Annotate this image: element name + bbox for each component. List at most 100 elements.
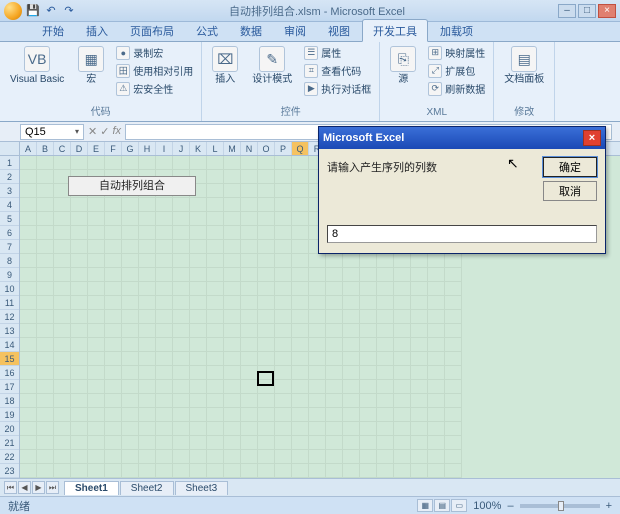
expansion-button[interactable]: ⤢扩展包: [426, 62, 487, 79]
tab-视图[interactable]: 视图: [318, 20, 360, 41]
office-button[interactable]: [4, 2, 22, 20]
col-header-F[interactable]: F: [105, 142, 122, 155]
grid-row[interactable]: [20, 366, 620, 380]
view-pagebreak-button[interactable]: ▭: [451, 499, 467, 512]
dialog-ok-button[interactable]: 确定: [543, 157, 597, 177]
row-header-20[interactable]: 20: [0, 422, 19, 436]
row-header-8[interactable]: 8: [0, 254, 19, 268]
tab-加载项[interactable]: 加载项: [430, 20, 483, 41]
enter-fx-icon[interactable]: ✓: [100, 125, 109, 138]
cancel-fx-icon[interactable]: ✕: [88, 125, 97, 138]
grid-row[interactable]: [20, 352, 620, 366]
row-header-23[interactable]: 23: [0, 464, 19, 478]
zoom-out-button[interactable]: –: [507, 500, 513, 512]
row-headers[interactable]: 1234567891011121314151617181920212223: [0, 156, 20, 478]
visual-basic-button[interactable]: VBVisual Basic: [6, 44, 68, 87]
row-header-18[interactable]: 18: [0, 394, 19, 408]
row-header-2[interactable]: 2: [0, 170, 19, 184]
grid-row[interactable]: [20, 296, 620, 310]
sheet-tab-Sheet1[interactable]: Sheet1: [64, 481, 119, 495]
grid-row[interactable]: [20, 310, 620, 324]
close-button[interactable]: ×: [598, 4, 616, 18]
col-header-A[interactable]: A: [20, 142, 37, 155]
row-header-22[interactable]: 22: [0, 450, 19, 464]
grid-row[interactable]: [20, 464, 620, 478]
grid-row[interactable]: [20, 338, 620, 352]
redo-icon[interactable]: ↷: [62, 4, 76, 18]
sheet-tab-Sheet2[interactable]: Sheet2: [120, 481, 174, 495]
tab-数据[interactable]: 数据: [230, 20, 272, 41]
col-header-Q[interactable]: Q: [292, 142, 309, 155]
tab-公式[interactable]: 公式: [186, 20, 228, 41]
grid-row[interactable]: [20, 436, 620, 450]
source-button[interactable]: ⎘源: [386, 44, 420, 87]
view-layout-button[interactable]: ▤: [434, 499, 450, 512]
row-header-13[interactable]: 13: [0, 324, 19, 338]
minimize-button[interactable]: –: [558, 4, 576, 18]
sheet-tab-Sheet3[interactable]: Sheet3: [175, 481, 229, 495]
run-dialog-button[interactable]: ▶执行对话框: [302, 80, 373, 97]
col-header-N[interactable]: N: [241, 142, 258, 155]
macro-security-button[interactable]: ⚠宏安全性: [114, 80, 195, 97]
properties-button[interactable]: ☰属性: [302, 44, 373, 61]
grid-row[interactable]: [20, 394, 620, 408]
save-icon[interactable]: 💾: [26, 4, 40, 18]
grid-row[interactable]: [20, 422, 620, 436]
refresh-button[interactable]: ⟳刷新数据: [426, 80, 487, 97]
row-header-16[interactable]: 16: [0, 366, 19, 380]
select-all-corner[interactable]: [0, 142, 20, 156]
row-header-11[interactable]: 11: [0, 296, 19, 310]
fx-icon[interactable]: fx: [112, 125, 121, 138]
sheet-last-button[interactable]: ⏭: [46, 481, 59, 494]
row-header-12[interactable]: 12: [0, 310, 19, 324]
tab-审阅[interactable]: 审阅: [274, 20, 316, 41]
record-macro-button[interactable]: ●录制宏: [114, 44, 195, 61]
col-header-E[interactable]: E: [88, 142, 105, 155]
col-header-C[interactable]: C: [54, 142, 71, 155]
row-header-15[interactable]: 15: [0, 352, 19, 366]
zoom-in-button[interactable]: +: [606, 500, 612, 512]
grid-row[interactable]: [20, 450, 620, 464]
grid-row[interactable]: [20, 268, 620, 282]
zoom-slider[interactable]: [520, 504, 600, 508]
row-header-17[interactable]: 17: [0, 380, 19, 394]
grid-row[interactable]: [20, 408, 620, 422]
col-header-I[interactable]: I: [156, 142, 173, 155]
doc-panel-button[interactable]: ▤文档面板: [500, 44, 548, 87]
row-header-5[interactable]: 5: [0, 212, 19, 226]
row-header-6[interactable]: 6: [0, 226, 19, 240]
form-button-auto-permute[interactable]: 自动排列组合: [68, 176, 196, 196]
tab-开发工具[interactable]: 开发工具: [362, 19, 428, 42]
row-header-14[interactable]: 14: [0, 338, 19, 352]
tab-页面布局[interactable]: 页面布局: [120, 20, 184, 41]
insert-ctrl-button[interactable]: ⌧插入: [208, 44, 242, 87]
row-header-21[interactable]: 21: [0, 436, 19, 450]
chevron-down-icon[interactable]: ▾: [75, 127, 79, 136]
row-header-7[interactable]: 7: [0, 240, 19, 254]
col-header-D[interactable]: D: [71, 142, 88, 155]
map-props-button[interactable]: ⊞映射属性: [426, 44, 487, 61]
macros-button[interactable]: ▦宏: [74, 44, 108, 87]
use-relative-button[interactable]: 田使用相对引用: [114, 62, 195, 79]
col-header-M[interactable]: M: [224, 142, 241, 155]
col-header-G[interactable]: G: [122, 142, 139, 155]
view-code-button[interactable]: ⌗查看代码: [302, 62, 373, 79]
col-header-O[interactable]: O: [258, 142, 275, 155]
zoom-level[interactable]: 100%: [473, 500, 501, 512]
row-header-9[interactable]: 9: [0, 268, 19, 282]
name-box[interactable]: Q15 ▾: [20, 124, 84, 140]
row-header-10[interactable]: 10: [0, 282, 19, 296]
dialog-cancel-button[interactable]: 取消: [543, 181, 597, 201]
design-mode-button[interactable]: ✎设计模式: [248, 44, 296, 87]
col-header-L[interactable]: L: [207, 142, 224, 155]
maximize-button[interactable]: □: [578, 4, 596, 18]
col-header-H[interactable]: H: [139, 142, 156, 155]
tab-开始[interactable]: 开始: [32, 20, 74, 41]
row-header-19[interactable]: 19: [0, 408, 19, 422]
tab-插入[interactable]: 插入: [76, 20, 118, 41]
view-normal-button[interactable]: ▦: [417, 499, 433, 512]
dialog-close-button[interactable]: ×: [583, 130, 601, 146]
dialog-input[interactable]: [327, 225, 597, 243]
col-header-J[interactable]: J: [173, 142, 190, 155]
grid-row[interactable]: [20, 282, 620, 296]
